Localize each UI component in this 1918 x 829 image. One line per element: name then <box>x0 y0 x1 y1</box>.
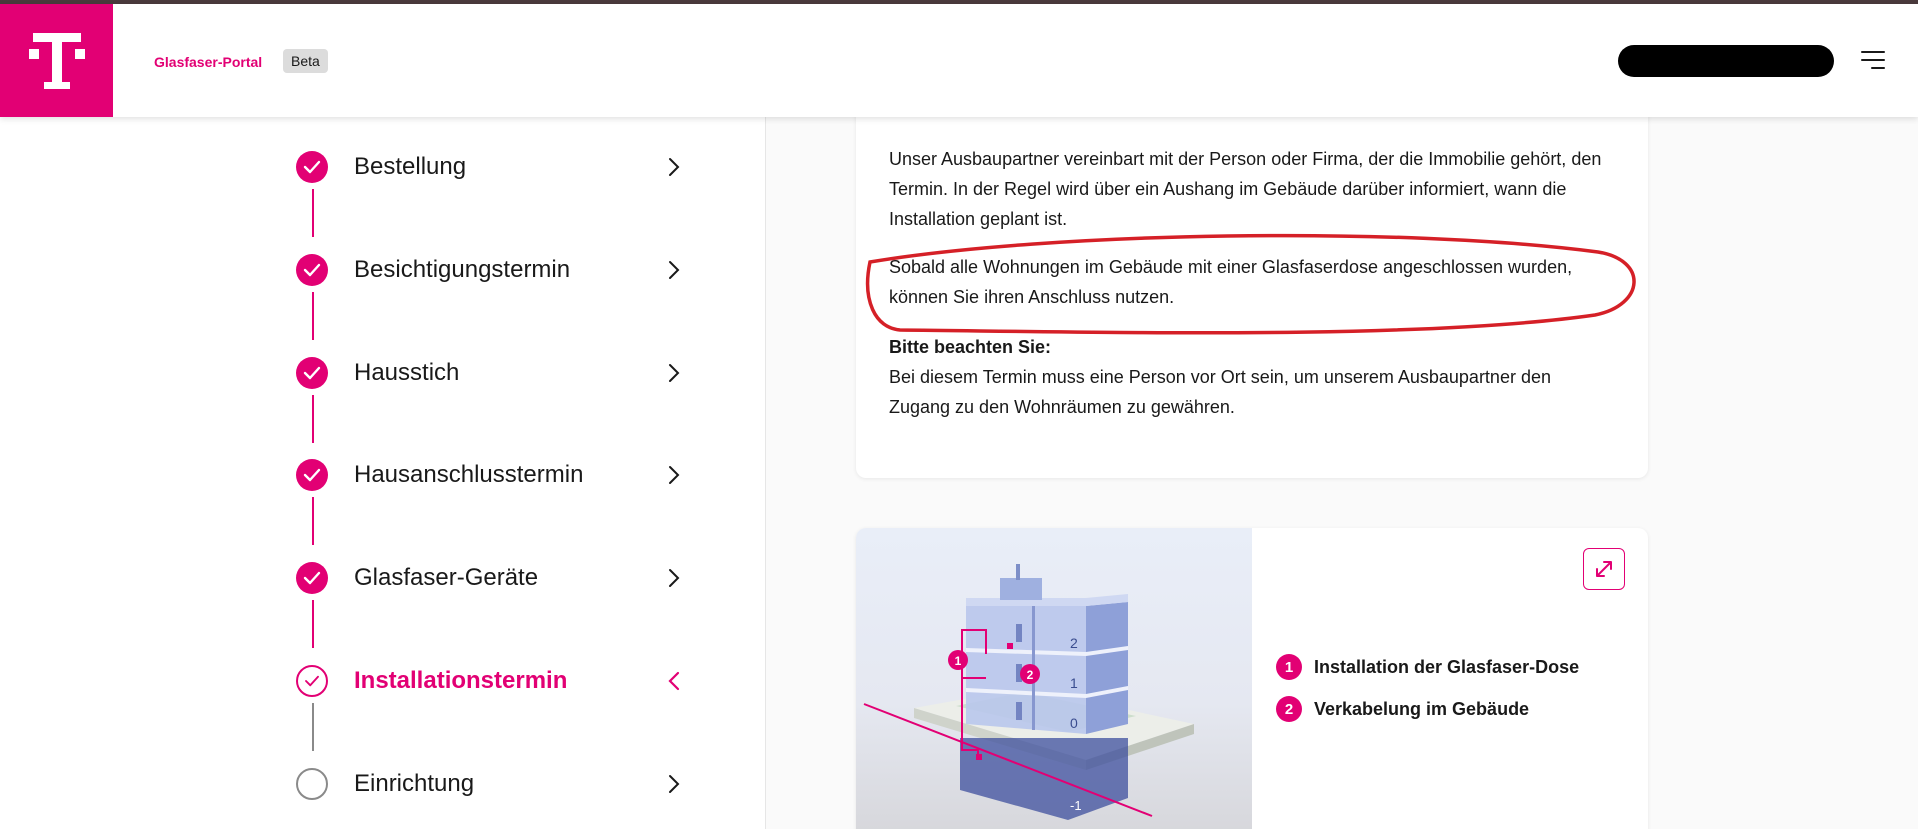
step-connector <box>312 395 314 443</box>
step-besichtigungstermin[interactable]: Besichtigungstermin <box>296 248 686 292</box>
floor-label-0: 0 <box>1070 715 1078 731</box>
chevron-right-icon <box>662 566 686 590</box>
floor-label-1: 1 <box>1070 675 1078 691</box>
step-hausanschlusstermin[interactable]: Hausanschlusstermin <box>296 453 686 497</box>
installation-info-card: Unser Ausbaupartner vereinbart mit der P… <box>856 100 1648 478</box>
check-icon <box>296 254 328 286</box>
step-glasfaser-geraete[interactable]: Glasfaser-Geräte <box>296 556 686 600</box>
legend-number-badge: 2 <box>1276 696 1302 722</box>
step-connector <box>312 600 314 648</box>
step-installationstermin[interactable]: Installationstermin <box>296 659 686 703</box>
check-outline-icon <box>296 665 328 697</box>
chevron-right-icon <box>662 463 686 487</box>
step-label: Glasfaser-Geräte <box>354 564 539 591</box>
check-icon <box>296 459 328 491</box>
step-label: Hausstich <box>354 359 460 386</box>
hamburger-menu-icon[interactable] <box>1855 48 1885 74</box>
info-paragraph: Unser Ausbaupartner vereinbart mit der P… <box>889 149 1602 229</box>
step-label: Besichtigungstermin <box>354 256 571 283</box>
step-label: Installationstermin <box>354 667 568 694</box>
illustration-card: 2 1 0 -1 1 2 1 Installation der Glasfase… <box>856 528 1648 829</box>
chevron-right-icon <box>662 772 686 796</box>
beta-badge: Beta <box>283 49 328 73</box>
portal-title[interactable]: Glasfaser-Portal <box>154 54 262 70</box>
chevron-left-icon <box>662 669 686 693</box>
check-icon <box>296 151 328 183</box>
note-heading: Bitte beachten Sie: <box>889 337 1052 357</box>
step-bestellung[interactable]: Bestellung <box>296 145 686 189</box>
step-label: Hausanschlusstermin <box>354 461 584 488</box>
marker-2: 2 <box>1027 668 1034 682</box>
step-connector <box>312 703 314 751</box>
chevron-right-icon <box>662 155 686 179</box>
marker-1: 1 <box>955 654 962 668</box>
check-icon <box>296 357 328 389</box>
step-connector <box>312 497 314 545</box>
highlighted-paragraph: Sobald alle Wohnungen im Gebäude mit ein… <box>889 257 1573 307</box>
progress-sidebar: Bestellung Besichtigungstermin Hausstich… <box>0 117 766 829</box>
illustration-legend: 1 Installation der Glasfaser-Dose 2 Verk… <box>1276 654 1579 738</box>
expand-image-button[interactable] <box>1583 548 1625 590</box>
telekom-logo[interactable] <box>0 4 113 117</box>
legend-number-badge: 1 <box>1276 654 1302 680</box>
legend-text: Verkabelung im Gebäude <box>1314 698 1530 719</box>
top-header: Glasfaser-Portal Beta <box>0 4 1918 117</box>
expand-arrows-icon <box>1596 561 1612 577</box>
legend-text: Installation der Glasfaser-Dose <box>1314 656 1580 677</box>
floor-label-minus-1: -1 <box>1070 798 1082 813</box>
empty-circle-icon <box>296 768 328 800</box>
step-label: Bestellung <box>354 153 467 180</box>
step-connector <box>312 292 314 340</box>
step-einrichtung[interactable]: Einrichtung <box>296 762 686 806</box>
check-icon <box>296 562 328 594</box>
step-hausstich[interactable]: Hausstich <box>296 351 686 395</box>
legend-item: 2 Verkabelung im Gebäude <box>1276 696 1579 722</box>
chevron-right-icon <box>662 361 686 385</box>
note-text: Bei diesem Termin muss eine Person vor O… <box>889 367 1551 417</box>
building-illustration: 2 1 0 -1 1 2 <box>856 528 1252 829</box>
step-connector <box>312 189 314 237</box>
step-label: Einrichtung <box>354 770 475 797</box>
redacted-user-name <box>1618 45 1834 77</box>
legend-item: 1 Installation der Glasfaser-Dose <box>1276 654 1579 680</box>
chevron-right-icon <box>662 258 686 282</box>
floor-label-2: 2 <box>1070 635 1078 651</box>
telekom-t-icon <box>28 32 85 89</box>
